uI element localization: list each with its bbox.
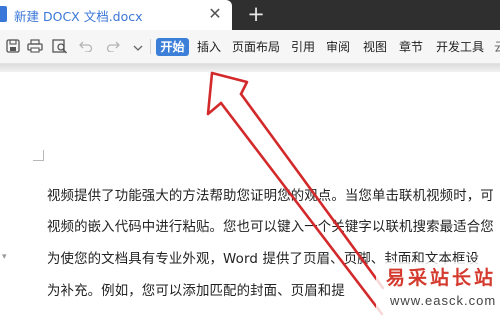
docx-file-icon	[0, 6, 7, 22]
paragraph-collapse-marker[interactable]: ▾	[2, 252, 7, 262]
tab-section[interactable]: 章节	[399, 38, 423, 56]
toolbar-divider	[150, 39, 151, 54]
site-watermark: 易采站长站 www.easck.com	[376, 262, 500, 316]
ruler-band	[0, 64, 500, 72]
paragraph-line: 视频提供了功能强大的方法帮助您证明您的观点。当您单击联机视频时，可	[47, 189, 494, 204]
tab-strip: 新建 DOCX 文档.docx ✕ +	[0, 0, 500, 30]
document-tab[interactable]: 新建 DOCX 文档.docx ✕	[0, 0, 232, 30]
tab-insert[interactable]: 插入	[197, 38, 221, 56]
tab-view[interactable]: 视图	[363, 38, 387, 56]
new-tab-button[interactable]: +	[245, 2, 267, 26]
print-icon[interactable]	[25, 36, 45, 56]
tab-home[interactable]: 开始	[156, 38, 189, 56]
page-margin-corner-mark	[33, 150, 44, 161]
tab-developer-tools[interactable]: 开发工具	[436, 38, 484, 56]
tab-review[interactable]: 审阅	[326, 38, 350, 56]
watermark-name: 易采站长站	[386, 267, 497, 289]
tab-references[interactable]: 引用	[291, 38, 315, 56]
save-icon[interactable]	[3, 36, 23, 56]
paragraph-line: 为补充。例如，您可以添加匹配的封面、页眉和提	[47, 284, 345, 299]
redo-icon[interactable]	[103, 36, 123, 56]
watermark-url: www.easck.com	[390, 293, 497, 308]
quick-access-toolbar: 开始 插入 页面布局 引用 审阅 视图 章节 开发工具 云	[0, 30, 500, 64]
close-tab-icon[interactable]: ✕	[205, 4, 225, 24]
tab-cloud[interactable]: 云	[494, 38, 500, 56]
tab-page-layout[interactable]: 页面布局	[232, 38, 280, 56]
document-tab-title: 新建 DOCX 文档.docx	[14, 9, 143, 24]
undo-icon[interactable]	[76, 36, 96, 56]
print-preview-icon[interactable]	[50, 36, 70, 56]
paragraph-line: 视频的嵌入代码中进行粘贴。您也可以键入一个关键字以联机搜索最适合您	[47, 220, 494, 235]
customize-toolbar-dropdown-icon[interactable]	[132, 39, 144, 51]
